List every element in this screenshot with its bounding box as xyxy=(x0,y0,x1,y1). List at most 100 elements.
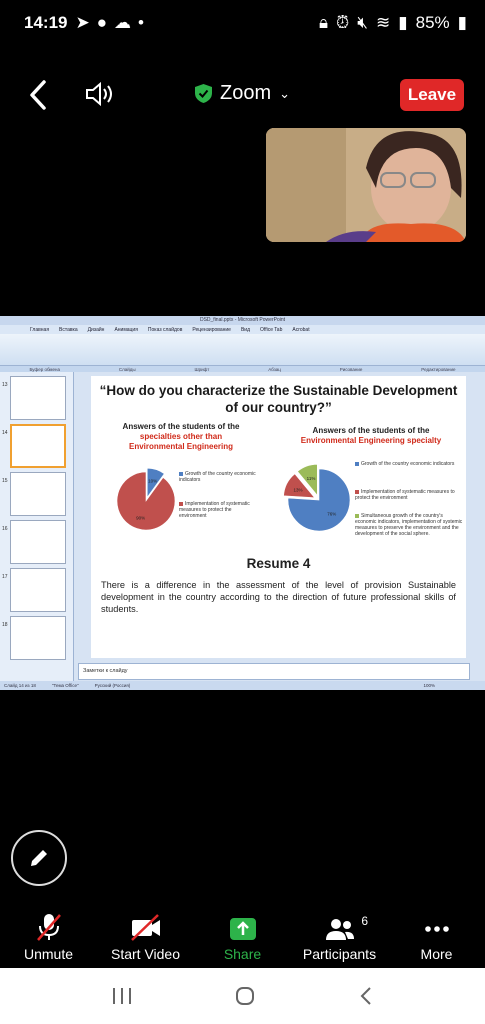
resume-title: Resume 4 xyxy=(246,556,311,571)
legend-swatch xyxy=(179,471,183,476)
app-icon: ● xyxy=(96,13,108,32)
legend-label: Implementation of systematic measures to… xyxy=(179,501,250,519)
left-heading-red-line: specialties other than xyxy=(139,432,223,441)
speaker-icon[interactable] xyxy=(84,80,116,108)
conclusion-text: There is a difference in the assessment … xyxy=(101,580,456,614)
ppt-tab[interactable]: Вид xyxy=(241,327,250,333)
left-heading-red-line: Environmental Engineering xyxy=(128,442,233,451)
slide-thumbnail[interactable] xyxy=(10,616,66,660)
share-button[interactable]: Share xyxy=(194,910,291,968)
signal-icon: ▮ xyxy=(398,13,408,32)
annotate-button[interactable] xyxy=(11,830,67,886)
unmute-label: Unmute xyxy=(23,946,74,962)
ppt-tab[interactable]: Acrobat xyxy=(292,327,309,333)
pie-data-label: 90% xyxy=(136,516,145,521)
right-legend: Growth of the country economic indicator… xyxy=(355,461,463,537)
ppt-tab[interactable]: Вставка xyxy=(59,327,78,333)
slide-title-line: “How do you characterize the Sustainable… xyxy=(99,383,458,398)
slide-thumbnail-selected[interactable] xyxy=(10,424,66,468)
participant-photo xyxy=(266,128,466,242)
participants-button[interactable]: 6 Participants xyxy=(291,910,388,968)
legend-swatch xyxy=(179,501,183,506)
more-label: More xyxy=(420,946,453,962)
ppt-group-label: Абзац xyxy=(268,366,281,372)
chevron-down-icon: ⌄ xyxy=(279,85,291,101)
ppt-group-label: Редактирование xyxy=(421,366,456,372)
left-chart-heading: Answers of the students of the specialti… xyxy=(101,422,261,452)
right-heading-red-line: Environmental Engineering specialty xyxy=(300,436,442,445)
pencil-icon xyxy=(31,850,47,866)
slide-thumbnail[interactable] xyxy=(10,568,66,612)
more-button[interactable]: More xyxy=(388,910,485,968)
slide-title: “How do you characterize the Sustainable… xyxy=(91,382,466,416)
slide-canvas[interactable]: “How do you characterize the Sustainable… xyxy=(91,376,466,658)
back-icon[interactable] xyxy=(24,78,54,112)
start-video-label: Start Video xyxy=(110,946,180,962)
pie-data-label: 11% xyxy=(307,476,316,481)
ppt-tab[interactable]: Главная xyxy=(30,327,49,333)
thumb-number: 14 xyxy=(2,430,8,436)
participants-label: Participants xyxy=(302,946,377,962)
pie-data-label: 13% xyxy=(293,487,302,492)
thumb-number: 17 xyxy=(2,574,8,580)
right-heading-line: Answers of the students of the xyxy=(312,426,430,435)
legend-item: Growth of the country economic indicator… xyxy=(355,461,463,467)
slide-title-line: of our country?” xyxy=(225,400,332,415)
legend-label: Implementation of systematic measures to… xyxy=(355,489,455,501)
pie-data-label: 76% xyxy=(327,512,336,517)
legend-label: Growth of the country economic indicator… xyxy=(179,471,256,483)
ppt-tab[interactable]: Office Tab xyxy=(260,327,282,333)
meeting-toolbar: Unmute Start Video Share 6 Participants … xyxy=(0,910,485,968)
slide-thumbnail[interactable] xyxy=(10,376,66,420)
notes-field[interactable]: Заметки к слайду xyxy=(78,663,470,680)
telegram-icon: ➤ xyxy=(75,13,90,32)
participant-video[interactable] xyxy=(266,128,466,242)
meeting-title[interactable]: Zoom ⌄ xyxy=(195,82,290,105)
share-icon xyxy=(229,918,256,940)
lock-icon: 🔒︎ xyxy=(318,13,329,32)
thumb-number: 15 xyxy=(2,478,8,484)
share-label: Share xyxy=(223,946,262,962)
home-icon[interactable] xyxy=(234,985,256,1007)
mute-icon: 🔇︎ xyxy=(357,13,368,32)
alarm-icon: ⏰︎ xyxy=(336,13,350,32)
cloud-icon: ☁ xyxy=(114,13,132,32)
ppt-group-label: Шрифт xyxy=(194,366,210,372)
left-legend: Growth of the country economic indicator… xyxy=(179,471,259,519)
back-nav-icon[interactable] xyxy=(358,985,374,1007)
wifi-icon: ≋ xyxy=(376,13,391,32)
ppt-tab[interactable]: Рецензирование xyxy=(192,327,231,333)
start-video-button[interactable]: Start Video xyxy=(97,910,194,968)
right-chart-heading: Answers of the students of the Environme… xyxy=(281,426,461,446)
shield-check-icon xyxy=(195,84,212,103)
right-pie-chart: 76% 13% 11% xyxy=(283,463,351,532)
android-nav-bar xyxy=(0,968,485,1024)
legend-label: Growth of the country economic indicator… xyxy=(361,461,455,467)
app-name: Zoom xyxy=(220,82,272,104)
left-pie-chart: 10% 90% xyxy=(116,467,176,531)
theme-name: "Тема Office" xyxy=(51,683,79,688)
slide-thumbnail[interactable] xyxy=(10,472,66,516)
unmute-button[interactable]: Unmute xyxy=(0,910,97,968)
thumb-number: 18 xyxy=(2,622,8,628)
slide-thumbnail[interactable] xyxy=(10,520,66,564)
ppt-window-title: DSD_final.pptx - Microsoft PowerPoint xyxy=(0,316,485,325)
slide-thumbnails: 13 14 15 16 17 18 xyxy=(0,372,74,682)
ppt-ribbon-tabs: Главная Вставка Дизайн Анимация Показ сл… xyxy=(0,325,485,334)
dot-icon: • xyxy=(138,13,144,32)
legend-item: Growth of the country economic indicator… xyxy=(179,471,259,483)
language: Русский (Россия) xyxy=(94,683,131,688)
more-icon xyxy=(424,926,449,932)
legend-item: Implementation of systematic measures to… xyxy=(179,501,259,519)
participants-count: 6 xyxy=(361,914,368,928)
ppt-tab[interactable]: Показ слайдов xyxy=(148,327,182,333)
ppt-tab[interactable]: Анимация xyxy=(114,327,137,333)
thumb-number: 16 xyxy=(2,526,8,532)
zoom-level: 100% xyxy=(423,683,435,688)
legend-swatch xyxy=(355,489,359,494)
thumb-number: 13 xyxy=(2,382,8,388)
legend-label: Simultaneous growth of the country's eco… xyxy=(355,513,463,537)
leave-button[interactable]: Leave xyxy=(400,79,464,111)
ppt-tab[interactable]: Дизайн xyxy=(88,327,105,333)
recents-icon[interactable] xyxy=(111,986,133,1006)
